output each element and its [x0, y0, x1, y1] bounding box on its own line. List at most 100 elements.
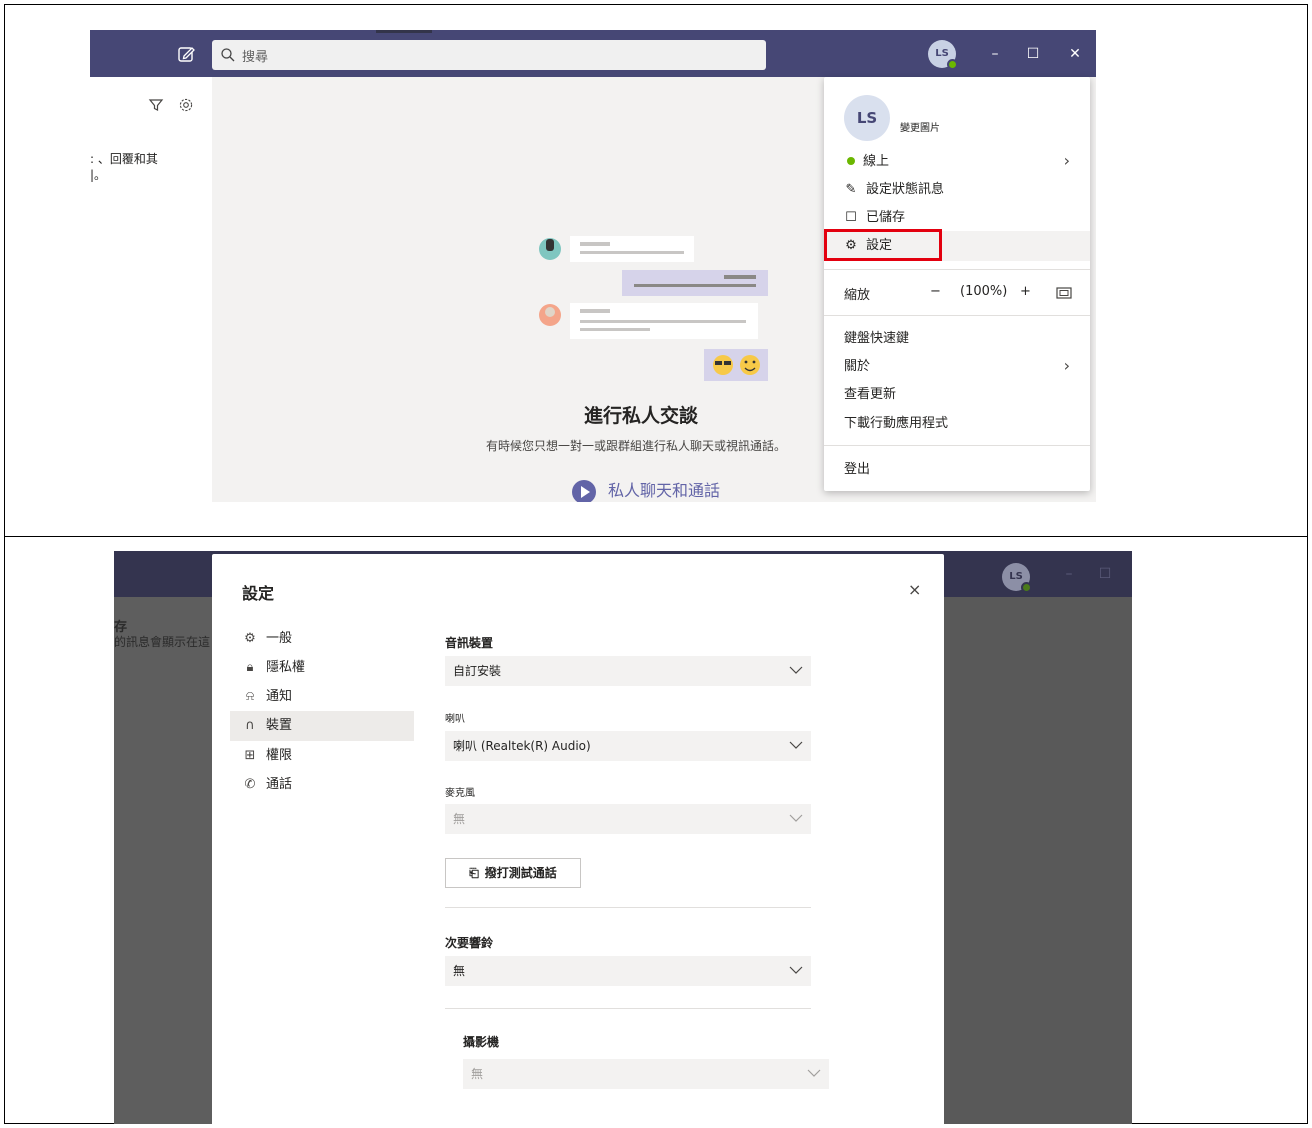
menu-separator — [824, 269, 1090, 270]
compose-icon[interactable] — [176, 44, 196, 64]
empty-state-subtitle: 有時候您只想一對一或跟群組進行私人聊天或視訊通話。 — [486, 439, 787, 453]
status-label: 線上 — [863, 154, 890, 169]
nav-general-label: 一般 — [266, 631, 293, 646]
snippet-line-1: 存 — [114, 620, 128, 635]
audio-devices-label: 音訊裝置 — [445, 636, 494, 650]
profile-avatar: LS — [1002, 563, 1032, 593]
search-icon — [221, 48, 235, 62]
nav-general[interactable]: ⚙ 一般 — [230, 624, 414, 654]
set-status-message-item[interactable]: ✎ 設定狀態訊息 — [844, 179, 944, 201]
minimize-button: – — [1065, 566, 1073, 582]
section-separator — [445, 1008, 811, 1009]
panel-divider — [5, 536, 1307, 537]
avatar-initials: LS — [935, 48, 949, 59]
profile-menu: LS 變更圖片 線上 › ✎ 設定狀態訊息 ☐ 已儲存 ⚙ 設定 縮放 − (100%… — [824, 77, 1090, 491]
headset-icon: ∩ — [245, 718, 255, 733]
fullscreen-icon[interactable] — [1056, 287, 1072, 299]
dimmed-chat-list: 存 的訊息會顯示在這 — [114, 597, 212, 1124]
chevron-right-icon: › — [1063, 151, 1070, 170]
saved-item[interactable]: ☐ 已儲存 — [844, 207, 905, 229]
private-chat-link[interactable]: 私人聊天和通話 — [572, 477, 720, 502]
zoom-out-button[interactable]: − — [930, 284, 941, 299]
smile-emoji-icon — [740, 355, 760, 375]
speaker-value: 喇叭 (Realtek(R) Audio) — [453, 739, 591, 753]
snippet-line-1: : 、回覆和其 — [90, 152, 158, 166]
private-chat-link-label: 私人聊天和通話 — [608, 481, 721, 500]
check-updates-item[interactable]: 查看更新 — [844, 384, 896, 406]
chevron-down-icon — [789, 966, 803, 974]
nav-notifications[interactable]: ⍾ 通知 — [230, 682, 414, 712]
minimize-button[interactable]: – — [984, 43, 1006, 65]
settings-dialog: 設定 × ⚙ 一般 🔒︎ 隱私權 ⍾ 通知 ∩ 裝置 ⊞ 權限 ✆︎ 通話 音訊裝置 自訂安… — [212, 554, 944, 1124]
profile-avatar[interactable]: LS — [928, 40, 958, 70]
speaker-select[interactable]: 喇叭 (Realtek(R) Audio) — [445, 731, 811, 761]
empty-state-title: 進行私人交談 — [584, 405, 699, 427]
title-bar: 搜尋 LS – ☐ ✕ — [90, 30, 1096, 77]
menu-avatar[interactable]: LS — [844, 95, 890, 141]
download-mobile-item[interactable]: 下載行動應用程式 — [844, 413, 948, 435]
chat-list-snippet: : 、回覆和其 |。 — [90, 151, 158, 183]
menu-separator — [824, 445, 1090, 446]
filter-icon[interactable] — [148, 97, 164, 113]
edit-icon: ✎ — [845, 182, 857, 197]
teams-window-top: 搜尋 LS – ☐ ✕ : 、回覆和其 |。 進行私人交談 有時候您只想一對一或… — [90, 30, 1096, 502]
play-icon — [572, 479, 596, 502]
lock-icon: 🔒︎ — [246, 660, 254, 675]
set-status-message-label: 設定狀態訊息 — [866, 182, 945, 197]
search-input[interactable]: 搜尋 — [212, 40, 766, 70]
camera-select[interactable]: 無 — [463, 1059, 829, 1089]
secondary-ringer-label: 次要響鈴 — [445, 936, 494, 950]
chat-list-pane: : 、回覆和其 |。 — [90, 77, 212, 502]
highlight-box — [824, 229, 942, 261]
chevron-right-icon: › — [1063, 356, 1070, 375]
nav-devices-label: 裝置 — [266, 718, 293, 733]
zoom-label: 縮放 — [844, 288, 871, 303]
presence-dot — [1021, 582, 1032, 593]
saved-label: 已儲存 — [866, 210, 906, 225]
presence-dot — [947, 59, 958, 70]
chevron-down-icon — [789, 814, 803, 822]
snippet-line-2: 的訊息會顯示在這 — [114, 635, 211, 649]
microphone-value: 無 — [453, 812, 466, 826]
test-call-button[interactable]: ⎗ 撥打測試通話 — [445, 858, 581, 888]
close-button[interactable]: ✕ — [1064, 43, 1086, 65]
menu-separator — [824, 315, 1090, 316]
chevron-down-icon — [789, 666, 803, 674]
apps-icon: ⊞ — [244, 748, 256, 763]
microphone-select[interactable]: 無 — [445, 804, 811, 834]
nav-calls-label: 通話 — [266, 777, 293, 792]
presence-dot — [847, 157, 855, 165]
zoom-in-button[interactable]: + — [1020, 284, 1031, 299]
snippet-line-2: |。 — [90, 168, 107, 182]
change-picture-link[interactable]: 變更圖片 — [900, 119, 940, 134]
nav-privacy-label: 隱私權 — [266, 660, 306, 675]
test-call-icon: ⎗ — [469, 866, 479, 880]
maximize-button[interactable]: ☐ — [1022, 43, 1044, 65]
close-icon[interactable]: × — [908, 580, 921, 599]
bell-icon: ⍾ — [245, 689, 255, 704]
dimmed-snippet: 存 的訊息會顯示在這 — [114, 620, 211, 650]
chevron-down-icon — [807, 1069, 821, 1077]
audio-devices-value: 自訂安裝 — [453, 664, 502, 678]
audio-devices-select[interactable]: 自訂安裝 — [445, 656, 811, 686]
keyboard-shortcuts-item[interactable]: 鍵盤快速鍵 — [844, 328, 909, 350]
phone-icon: ✆︎ — [244, 777, 256, 792]
bookmark-icon: ☐ — [845, 210, 857, 225]
nav-permissions[interactable]: ⊞ 權限 — [230, 741, 414, 771]
nav-devices[interactable]: ∩ 裝置 — [230, 711, 414, 741]
maximize-button: ☐ — [1098, 566, 1112, 582]
section-separator — [445, 907, 811, 908]
chevron-down-icon — [789, 741, 803, 749]
about-item[interactable]: 關於 — [844, 356, 870, 378]
sign-out-item[interactable]: 登出 — [844, 459, 870, 481]
nav-privacy[interactable]: 🔒︎ 隱私權 — [230, 653, 414, 683]
status-item[interactable]: 線上 — [844, 151, 889, 173]
nav-permissions-label: 權限 — [266, 748, 293, 763]
secondary-ringer-select[interactable]: 無 — [445, 956, 811, 986]
dialog-title: 設定 — [242, 584, 275, 603]
camera-label: 攝影機 — [463, 1035, 500, 1049]
nav-calls[interactable]: ✆︎ 通話 — [230, 770, 414, 800]
tab-indicator — [376, 30, 432, 33]
gear-icon[interactable] — [178, 97, 194, 113]
nav-notifications-label: 通知 — [266, 689, 293, 704]
